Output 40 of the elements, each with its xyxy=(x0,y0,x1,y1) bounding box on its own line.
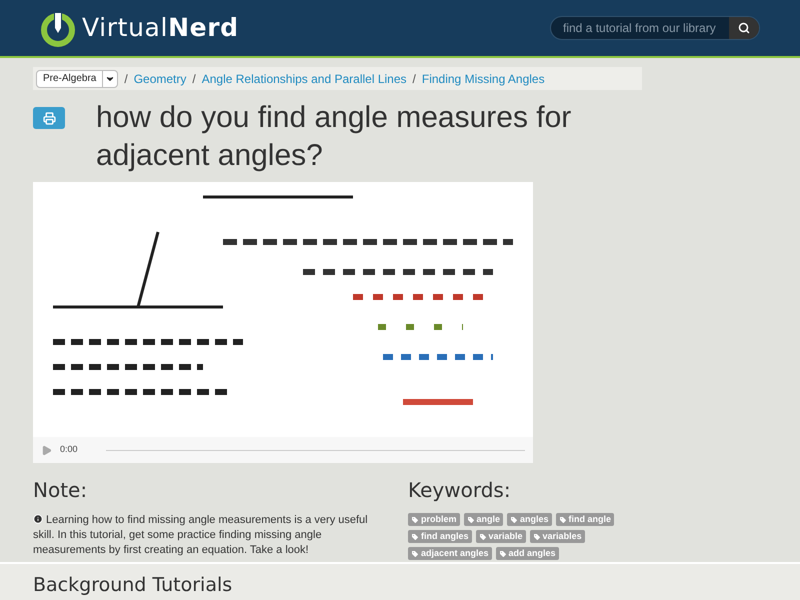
page-title: how do you find angle measures for adjacent angles? xyxy=(96,100,572,174)
keyword-tag[interactable]: add angles xyxy=(496,547,559,560)
keyword-tag[interactable]: variable xyxy=(476,530,526,543)
subject-dropdown[interactable]: Pre-Algebra xyxy=(36,70,118,88)
search-icon xyxy=(738,22,750,34)
breadcrumb-link[interactable]: Finding Missing Angles xyxy=(422,70,545,88)
breadcrumb-link[interactable]: Geometry xyxy=(134,70,186,88)
note-text: Learning how to find missing angle measurements is a very useful skill. In this tutorial, get some practice finding missing angle measurements by first creating an equation. Take a look! xyxy=(33,513,369,558)
keyword-tag[interactable]: problem xyxy=(408,513,460,526)
tag-icon xyxy=(411,532,419,540)
tag-icon xyxy=(478,532,487,540)
keyword-tag[interactable]: variables xyxy=(530,530,585,543)
tag-icon xyxy=(411,516,419,524)
play-button[interactable] xyxy=(41,444,52,456)
breadcrumb-separator: / xyxy=(412,70,416,88)
play-icon xyxy=(41,444,52,456)
tag-icon xyxy=(411,550,419,558)
tag-icon xyxy=(510,516,518,524)
search-button[interactable] xyxy=(729,17,759,39)
info-icon xyxy=(33,514,43,524)
keyword-tag[interactable]: find angles xyxy=(408,530,472,543)
keyword-tag[interactable]: adjacent angles xyxy=(408,547,492,560)
logo-text[interactable]: VirtualNerd xyxy=(82,9,239,47)
keywords-heading: Keywords: xyxy=(408,477,512,504)
printer-icon xyxy=(42,112,56,124)
tag-icon xyxy=(466,516,475,524)
tag-icon xyxy=(558,516,567,524)
breadcrumb-separator: / xyxy=(192,70,196,88)
tag-icon xyxy=(498,550,507,558)
keyword-tag[interactable]: find angle xyxy=(556,513,614,526)
breadcrumb-separator: / xyxy=(124,70,128,88)
keyword-tag[interactable]: angles xyxy=(507,513,552,526)
note-heading: Note: xyxy=(33,477,88,504)
keyword-tag[interactable]: angle xyxy=(464,513,504,526)
search-field[interactable]: find a tutorial from our library xyxy=(550,16,760,40)
print-button[interactable] xyxy=(33,107,65,129)
background-tutorials-heading: Background Tutorials xyxy=(33,573,234,598)
tag-icon xyxy=(532,532,541,540)
time-label: 0:00 xyxy=(60,443,78,456)
breadcrumb-link[interactable]: Angle Relationships and Parallel Lines xyxy=(202,70,407,88)
